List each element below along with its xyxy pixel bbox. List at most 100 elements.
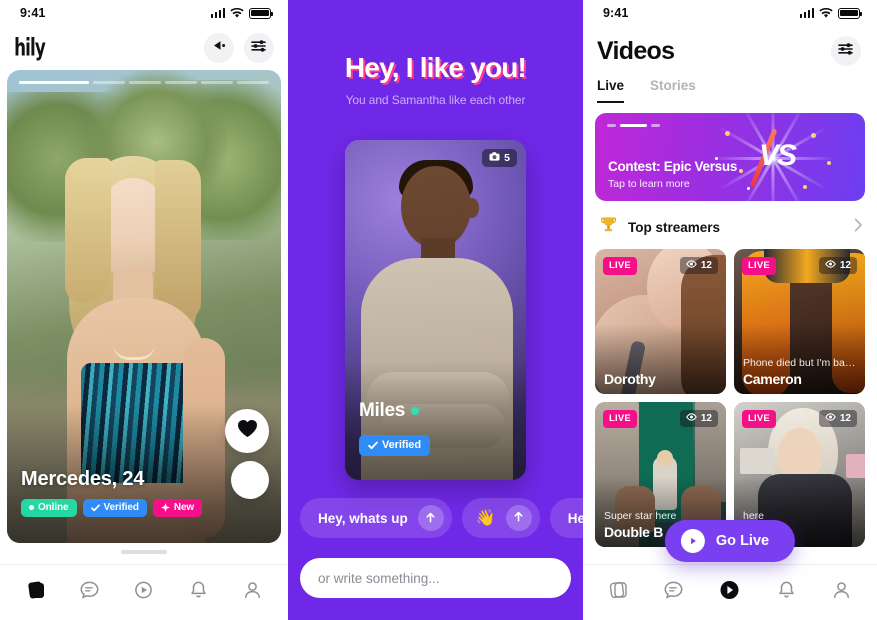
chevron-right-icon[interactable] <box>854 218 863 237</box>
live-badge: LIVE <box>742 410 776 428</box>
eye-icon <box>825 260 836 271</box>
quick-reply-chips: Hey, whats up 👋 Hey <box>288 498 583 538</box>
videos-tabs: Live Stories <box>583 66 877 103</box>
status-time: 9:41 <box>20 6 46 20</box>
tab-notifications[interactable] <box>775 579 798 601</box>
viewers-value: 12 <box>700 413 712 424</box>
app-header: hily <box>0 26 288 70</box>
viewers-value: 12 <box>839 413 851 424</box>
battery-icon <box>838 7 863 19</box>
match-subtitle: You and Samantha like each other <box>345 93 526 107</box>
top-streamers-row[interactable]: Top streamers <box>583 201 877 249</box>
status-indicators <box>210 7 274 19</box>
status-bar: 9:41 <box>288 0 583 26</box>
filters-icon <box>838 42 854 61</box>
arrow-up-icon <box>513 509 524 527</box>
live-badge: LIVE <box>603 410 637 428</box>
battery-icon <box>544 8 566 19</box>
viewers-value: 12 <box>700 260 712 271</box>
header-actions <box>204 33 274 63</box>
streamer-name: Dorothy <box>604 371 656 387</box>
online-dot-icon <box>411 407 420 415</box>
go-live-button[interactable]: Go Live <box>664 520 796 562</box>
tab-cards[interactable] <box>24 579 47 601</box>
cellular-signal-icon <box>210 8 225 18</box>
match-name: Miles <box>359 400 420 422</box>
match-verified-badge: Verified <box>359 435 430 456</box>
eye-icon <box>825 413 836 424</box>
swipe-deck[interactable]: Mercedes, 24 Online Verified New <box>0 70 288 554</box>
tab-messages[interactable] <box>662 579 685 601</box>
phone-screen-discover: 9:41 hily Mercedes, 24 Online Verified N… <box>0 0 288 620</box>
profile-card[interactable]: Mercedes, 24 Online Verified New <box>7 70 281 543</box>
match-header: Hey, I like you! You and Samantha like e… <box>288 52 583 107</box>
like-button[interactable] <box>225 409 269 453</box>
verified-label: Verified <box>382 439 421 451</box>
streamer-name: Double B <box>604 524 664 540</box>
video-grid: LIVE 12 Dorothy LIVE 12 Phone died but I… <box>583 249 877 547</box>
stream-title: Phone died but I'm back l... <box>743 357 857 369</box>
banner-page-indicator <box>607 124 660 127</box>
status-time: 9:41 <box>603 6 629 20</box>
online-dot-icon <box>29 505 34 510</box>
tab-profile[interactable] <box>241 579 264 601</box>
tab-videos[interactable] <box>717 578 742 602</box>
status-badge-online: Online <box>21 499 77 517</box>
check-icon <box>90 503 100 512</box>
app-logo: hily <box>14 34 46 62</box>
tab-profile[interactable] <box>830 579 853 601</box>
video-tile[interactable]: LIVE 12 Phone died but I'm back l... Cam… <box>734 249 865 394</box>
phone-screen-match: 9:41 Hey, I like you! You and Samantha l… <box>288 0 583 620</box>
send-button[interactable] <box>505 505 532 531</box>
tab-videos[interactable] <box>132 579 155 601</box>
chip-label: Hey <box>567 510 583 526</box>
story-progress[interactable] <box>19 81 269 84</box>
viewers-count: 12 <box>679 257 718 274</box>
eye-icon <box>686 413 697 424</box>
streamer-name: Cameron <box>743 371 802 387</box>
tab-messages[interactable] <box>78 579 101 601</box>
match-profile-card[interactable]: 5 Miles Verified <box>345 140 526 480</box>
videos-header: Videos <box>583 26 877 66</box>
quick-reply-chip-emoji[interactable]: 👋 <box>461 498 540 538</box>
play-icon <box>680 529 705 553</box>
vs-graphic: VS <box>707 113 847 201</box>
wifi-icon <box>819 7 833 19</box>
send-button[interactable] <box>417 505 444 531</box>
rewind-icon <box>212 39 227 57</box>
tab-stories[interactable]: Stories <box>650 78 696 103</box>
profile-badges: Online Verified New <box>21 499 203 517</box>
match-name-text: Miles <box>359 400 406 421</box>
photo-count-badge: 5 <box>482 149 517 167</box>
viewers-count: 12 <box>818 410 857 427</box>
cellular-signal-icon <box>799 8 814 18</box>
banner-title: Contest: Epic Versus <box>608 159 738 174</box>
quick-reply-chip[interactable]: Hey <box>549 498 583 538</box>
phone-screen-videos: 9:41 Videos Live Stories VS Contest: Epi… <box>583 0 877 620</box>
video-tile[interactable]: LIVE 12 Dorothy <box>595 249 726 394</box>
tab-notifications[interactable] <box>187 579 210 601</box>
rewind-button[interactable] <box>204 33 234 63</box>
quick-reply-chip[interactable]: Hey, whats up <box>300 498 452 538</box>
super-like-button[interactable] <box>231 461 269 499</box>
filters-button[interactable] <box>244 33 274 63</box>
status-bar: 9:41 <box>0 0 288 26</box>
section-label: Top streamers <box>628 219 721 235</box>
chip-label: Hey, whats up <box>318 510 408 526</box>
contest-banner[interactable]: VS Contest: Epic Versus Tap to learn mor… <box>595 113 865 201</box>
tab-live[interactable]: Live <box>597 78 625 103</box>
match-title: Hey, I like you! <box>344 52 527 83</box>
message-input[interactable]: or write something... <box>300 558 571 598</box>
card-stack-indicator <box>121 550 167 554</box>
spark-icon <box>160 503 170 512</box>
viewers-count: 12 <box>818 257 857 274</box>
vs-label: VS <box>759 139 797 172</box>
viewers-value: 12 <box>839 260 851 271</box>
bottom-tabbar <box>0 564 288 620</box>
eye-icon <box>686 260 697 271</box>
camera-icon <box>489 152 500 164</box>
filters-button[interactable] <box>831 36 861 66</box>
chip-emoji: 👋 <box>475 510 496 527</box>
tab-cards[interactable] <box>607 579 630 601</box>
trophy-icon <box>599 215 618 239</box>
